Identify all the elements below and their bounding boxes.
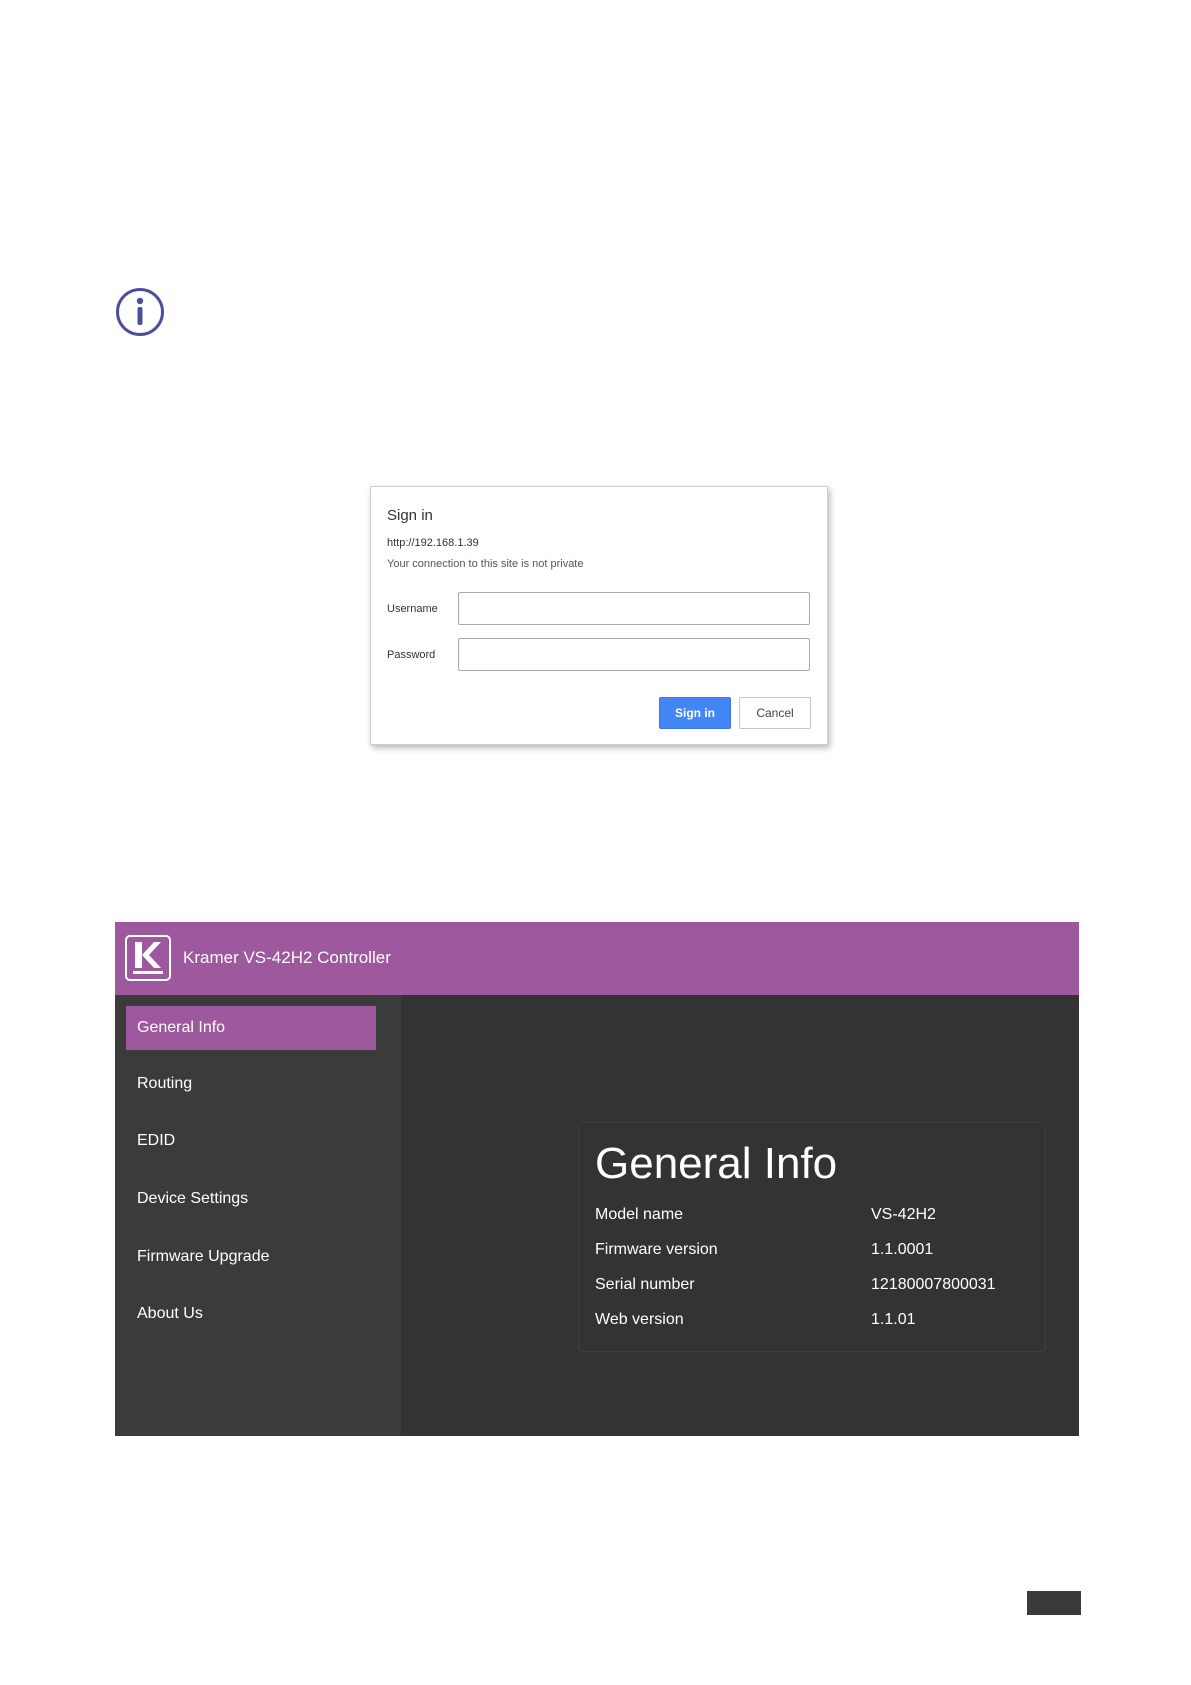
info-key: Web version	[595, 1311, 684, 1328]
panel-title: General Info	[595, 1139, 838, 1188]
info-row: Web version 1.1.01	[595, 1311, 1035, 1333]
page-number-tab	[1027, 1591, 1081, 1615]
sidebar-item-device-settings[interactable]: Device Settings	[126, 1177, 376, 1221]
info-value: 12180007800031	[871, 1276, 996, 1293]
controller-title: Kramer VS-42H2 Controller	[183, 948, 391, 967]
controller-header: Kramer VS-42H2 Controller	[115, 922, 1079, 995]
dialog-url: http://192.168.1.39	[387, 537, 479, 549]
sidebar-item-routing[interactable]: Routing	[126, 1062, 376, 1106]
info-value: 1.1.01	[871, 1311, 916, 1328]
info-key: Serial number	[595, 1276, 695, 1293]
password-field[interactable]	[458, 638, 810, 671]
main-content: General Info Model name VS-42H2 Firmware…	[401, 995, 1079, 1436]
info-row: Model name VS-42H2	[595, 1206, 1035, 1228]
password-label: Password	[387, 649, 436, 661]
info-value: 1.1.0001	[871, 1241, 934, 1258]
sidebar: General Info Routing EDID Device Setting…	[115, 995, 401, 1436]
sidebar-item-firmware-upgrade[interactable]: Firmware Upgrade	[126, 1235, 376, 1279]
username-label: Username	[387, 603, 438, 615]
sign-in-dialog: Sign in http://192.168.1.39 Your connect…	[370, 486, 828, 745]
info-value: VS-42H2	[871, 1206, 936, 1223]
info-key: Model name	[595, 1206, 684, 1223]
info-row: Serial number 12180007800031	[595, 1276, 1035, 1298]
kramer-logo	[125, 935, 171, 981]
dialog-title: Sign in	[387, 507, 433, 524]
controller-window: Kramer VS-42H2 Controller General Info R…	[115, 922, 1079, 1436]
sign-in-button[interactable]: Sign in	[659, 697, 731, 729]
cancel-button[interactable]: Cancel	[739, 697, 811, 729]
info-icon	[115, 287, 165, 337]
general-info-panel: General Info Model name VS-42H2 Firmware…	[578, 1122, 1046, 1352]
username-field[interactable]	[458, 592, 810, 625]
sidebar-item-edid[interactable]: EDID	[126, 1119, 376, 1163]
sidebar-item-about-us[interactable]: About Us	[126, 1292, 376, 1336]
info-key: Firmware version	[595, 1241, 718, 1258]
info-row: Firmware version 1.1.0001	[595, 1241, 1035, 1263]
sidebar-item-general-info[interactable]: General Info	[126, 1006, 376, 1050]
connection-warning: Your connection to this site is not priv…	[387, 558, 584, 570]
